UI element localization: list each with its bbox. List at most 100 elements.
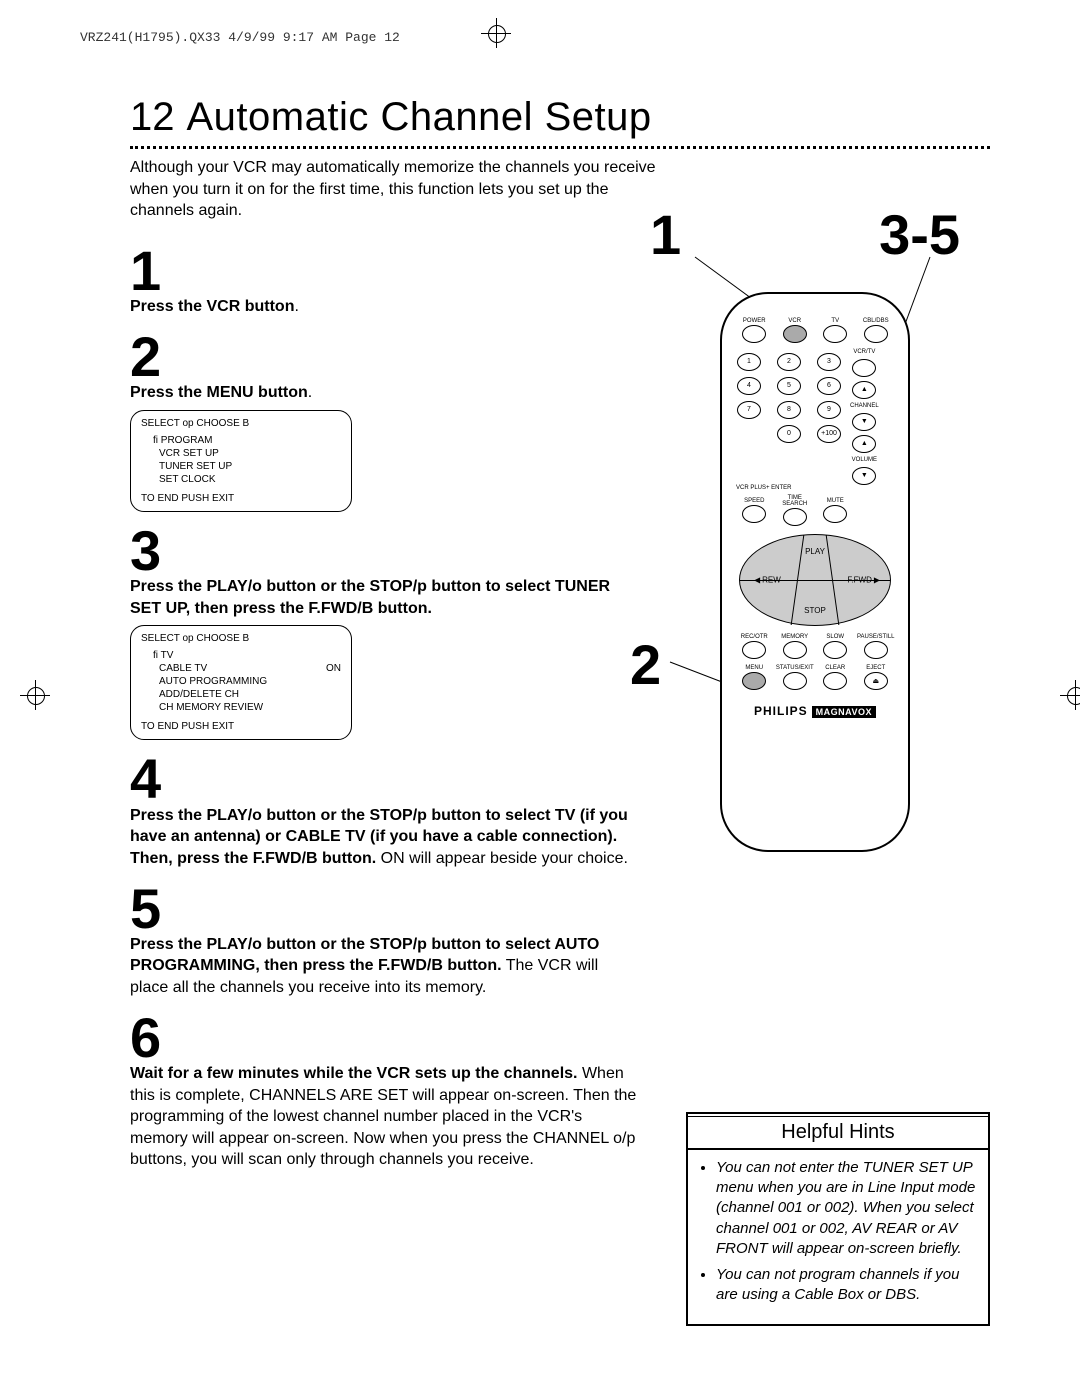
label-channel: CHANNEL (850, 403, 879, 409)
vcrtv-button (852, 359, 876, 377)
helpful-hints-box: Helpful Hints You can not enter the TUNE… (686, 1112, 990, 1326)
brand: PHILIPSMAGNAVOX (734, 704, 896, 718)
slow-button (823, 641, 847, 659)
page: VRZ241(H1795).QX33 4/9/99 9:17 AM Page 1… (0, 0, 1080, 1397)
label-pause: PAUSE/STILL (857, 634, 895, 640)
hints-title: Helpful Hints (688, 1116, 988, 1150)
step-text: Wait for a few minutes while the VCR set… (130, 1063, 640, 1171)
osd-line: ADD/DELETE CH (141, 688, 341, 701)
label-speed: SPEED (744, 498, 764, 504)
step-text: Press the PLAY/o button or the STOP/p bu… (130, 576, 640, 619)
step-number: 4 (130, 754, 640, 804)
number-pad: 1 2 3 4 5 6 7 8 9 0 +10 (734, 353, 844, 443)
step-text: Press the PLAY/o button or the STOP/p bu… (130, 805, 640, 870)
label-volume: VOLUME (852, 457, 877, 463)
osd-line: AUTO PROGRAMMING (141, 675, 341, 688)
step-bold: Press the VCR button (130, 298, 294, 315)
label-vcrplus: VCR PLUS+ ENTER (736, 485, 896, 491)
step-text: Press the VCR button. (130, 296, 640, 318)
osd-screen: SELECT op CHOOSE B fi PROGRAM VCR SET UP… (130, 410, 352, 512)
step-bold: Press the PLAY/o button or the STOP/p bu… (130, 578, 610, 617)
osd-line: fi PROGRAM (141, 434, 341, 447)
label-cbldbs: CBL/DBS (863, 318, 889, 324)
vol-up: ▲ (852, 435, 876, 453)
osd-header: SELECT op CHOOSE B (141, 632, 341, 645)
crop-mark (488, 25, 506, 43)
memory-button (783, 641, 807, 659)
right-column: 1 3-5 2 (640, 232, 990, 1326)
label-memory: MEMORY (781, 634, 808, 640)
callout-3-5: 3-5 (879, 202, 960, 267)
cbldbs-button (864, 325, 888, 343)
step-text: Press the PLAY/o button or the STOP/p bu… (130, 934, 640, 999)
rec-button (742, 641, 766, 659)
hint-item: You can not program channels if you are … (716, 1265, 976, 1306)
step-number: 2 (130, 332, 640, 382)
label-timesearch: TIME SEARCH (775, 495, 816, 507)
callout-2: 2 (630, 632, 661, 697)
ch-up: ▲ (852, 381, 876, 399)
num-3: 3 (817, 353, 841, 371)
osd-line: SET CLOCK (141, 473, 341, 486)
label-vcrtv: VCR/TV (853, 349, 875, 355)
label-rec: REC/OTR (741, 634, 768, 640)
step-text: Press the MENU button. (130, 382, 640, 404)
osd-text: ON (326, 662, 341, 675)
step-tail: . (308, 384, 312, 401)
num-0: 0 (777, 425, 801, 443)
osd-line: CH MEMORY REVIEW (141, 701, 341, 714)
num-7: 7 (737, 401, 761, 419)
status-button (783, 672, 807, 690)
osd-line: TUNER SET UP (141, 460, 341, 473)
label-vcr: VCR (788, 318, 801, 324)
num-2: 2 (777, 353, 801, 371)
label-tv: TV (831, 318, 839, 324)
num-9: 9 (817, 401, 841, 419)
label-eject: EJECT (866, 665, 885, 671)
timesearch-button (783, 508, 807, 526)
label-status: STATUS/EXIT (776, 665, 814, 671)
osd-line: VCR SET UP (141, 447, 341, 460)
num-100: +100 (817, 425, 841, 443)
step-number: 1 (130, 246, 640, 296)
page-number: 12 (130, 95, 175, 140)
power-button (742, 325, 766, 343)
step-number: 3 (130, 526, 640, 576)
step-bold: Press the MENU button (130, 384, 308, 401)
num-6: 6 (817, 377, 841, 395)
osd-footer: TO END PUSH EXIT (141, 720, 341, 733)
osd-header: SELECT op CHOOSE B (141, 417, 341, 430)
ffwd-button: F.FWD ▶ (847, 575, 880, 584)
label-menu: MENU (745, 665, 763, 671)
intro-text: Although your VCR may automatically memo… (130, 157, 660, 222)
label-slow: SLOW (826, 634, 844, 640)
print-header: VRZ241(H1795).QX33 4/9/99 9:17 AM Page 1… (80, 30, 1000, 45)
brand-philips: PHILIPS (754, 704, 808, 718)
step-number: 5 (130, 884, 640, 934)
osd-footer: TO END PUSH EXIT (141, 492, 341, 505)
pause-button (864, 641, 888, 659)
label-clear: CLEAR (825, 665, 845, 671)
osd-text: CABLE TV (159, 662, 207, 675)
vcr-button (783, 325, 807, 343)
clear-button (823, 672, 847, 690)
hint-item: You can not enter the TUNER SET UP menu … (716, 1158, 976, 1259)
transport-ring: PLAY STOP ◀ REW F.FWD ▶ (739, 534, 891, 626)
tv-button (823, 325, 847, 343)
vol-down: ▼ (852, 467, 876, 485)
label-power: POWER (743, 318, 766, 324)
num-8: 8 (777, 401, 801, 419)
page-title: Automatic Channel Setup (187, 95, 652, 140)
callout-numbers: 1 3-5 (640, 202, 990, 267)
steps-column: 1 Press the VCR button. 2 Press the MENU… (130, 232, 640, 1326)
step-after: ON will appear beside your choice. (381, 850, 628, 867)
step-number: 6 (130, 1013, 640, 1063)
step-bold: Wait for a few minutes while the VCR set… (130, 1065, 577, 1082)
hints-body: You can not enter the TUNER SET UP menu … (688, 1150, 988, 1324)
num-1: 1 (737, 353, 761, 371)
content: 12 Automatic Channel Setup Although your… (130, 95, 990, 1326)
remote-illustration: POWER VCR TV CBL/DBS 1 2 3 4 5 (720, 292, 910, 852)
eject-button: ⏏ (864, 672, 888, 690)
callout-1: 1 (650, 202, 681, 267)
dotted-rule (130, 146, 990, 149)
